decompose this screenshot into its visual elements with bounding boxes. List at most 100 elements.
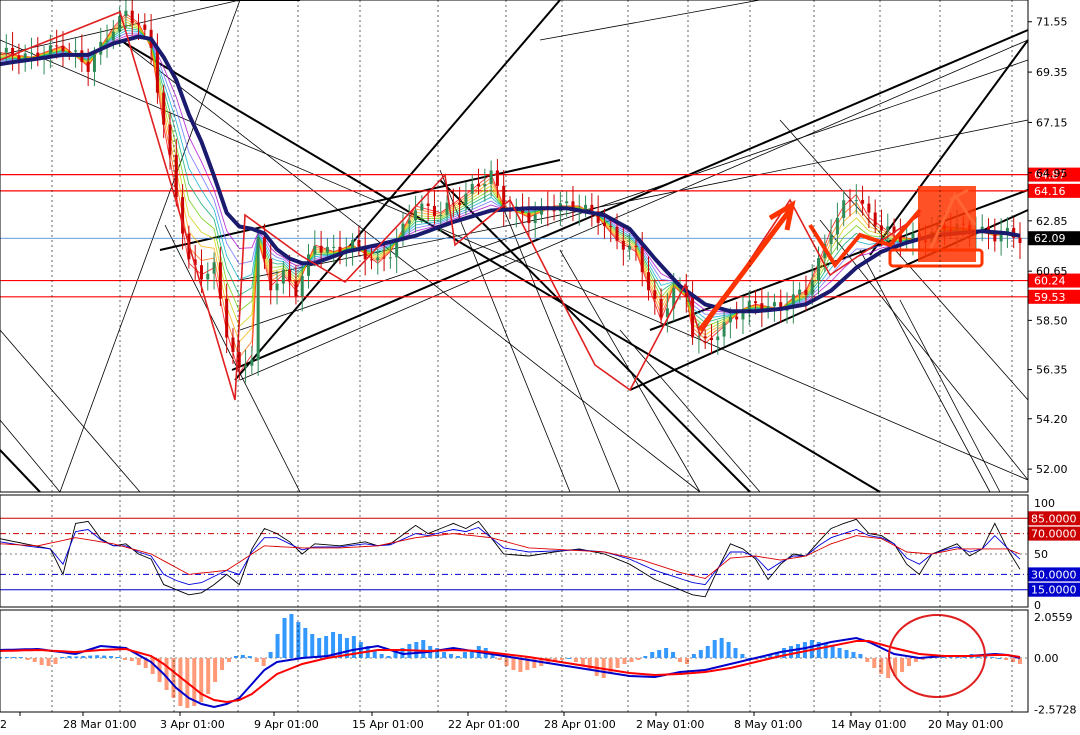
candle-body [92,54,96,72]
macd-panel[interactable] [0,614,1028,709]
macd-histogram-bar [691,654,696,658]
rsi-level-label: 70.0000 [1031,528,1077,541]
candle-body [842,200,846,218]
price-tick-label: 58.50 [1036,314,1068,327]
macd-histogram-bar [740,654,745,658]
macd-histogram-bar [518,658,523,672]
macd-histogram-bar [233,656,238,658]
macd-histogram-bar [566,658,571,659]
macd-histogram-bar [858,654,863,658]
price-panel[interactable] [0,0,1029,493]
candle-body [1018,237,1022,243]
macd-tick-label: -2.5728 [1034,703,1076,716]
candle-body [281,269,285,284]
macd-histogram-bar [664,648,669,658]
candle-body [477,183,481,187]
candle-body [48,45,52,57]
candle-body [143,24,147,30]
candle-body [111,31,115,41]
candle-body [697,336,701,338]
macd-histogram-bar [636,658,641,660]
candle-body [590,204,594,212]
macd-histogram-bar [442,652,447,658]
chart-canvas: 64.8764.1660.2459.5362.0971.5569.3567.15… [0,0,1080,731]
macd-histogram-bar [560,658,565,660]
candle-body [332,246,336,248]
trend-line [239,39,1029,381]
trend-line [119,39,701,493]
candle-body [848,200,852,202]
macd-histogram-bar [136,658,141,665]
macd-tick-label: 2.0559 [1034,611,1073,624]
trend-line-thick [119,39,881,493]
macd-histogram-bar [830,646,835,658]
candle-body [439,214,443,217]
rsi-level-label: 30.0000 [1031,568,1077,581]
candle-body [873,212,877,226]
time-tick-label: 28 Mar 01:00 [63,718,136,731]
candle-body [527,212,531,224]
candle-body [162,92,166,125]
macd-histogram-bar [587,658,592,670]
candle-body [231,337,235,353]
price-tick-label: 62.85 [1036,215,1068,228]
macd-histogram-bar [684,658,689,664]
candle-body [552,210,556,212]
candle-body [659,298,663,318]
candle-body [445,202,449,215]
macd-histogram-bar [851,652,856,658]
candle-body [495,170,499,186]
macd-histogram-bar [226,658,231,662]
macd-histogram-bar [282,618,287,658]
macd-histogram-bar [573,658,578,662]
candle-body [244,365,248,368]
macd-histogram-bar [872,658,877,668]
candle-body [489,170,493,185]
macd-histogram-bar [4,657,9,658]
candle-body [835,217,839,235]
macd-histogram-bar [88,655,93,658]
trend-line [0,329,141,493]
macd-histogram-bar [504,658,509,666]
macd-histogram-bar [643,656,648,658]
candle-body [319,245,323,253]
trend-line-thick [231,29,1029,371]
candle-body [798,289,802,295]
candle-body [382,257,386,259]
candle-body [999,233,1003,242]
candle-body [212,262,216,274]
price-tick-label: 64.95 [1036,167,1068,180]
candle-body [470,183,474,194]
trend-line-thick [0,449,41,493]
macd-histogram-bar [719,638,724,658]
macd-histogram-bar [46,658,51,666]
price-tick-label: 60.65 [1036,265,1068,278]
candle-body [426,203,430,206]
macd-histogram-bar [497,658,502,660]
macd-histogram-bar [511,658,516,670]
time-tick-label: 8 May 01:00 [734,718,802,731]
candle-body [74,50,78,52]
macd-histogram-bar [129,658,134,661]
time-tick-label: 2 May 01:00 [636,718,704,731]
candle-body [300,275,304,297]
macd-histogram-bar [18,657,23,658]
macd-histogram-bar [712,640,717,658]
candle-body [67,51,71,53]
macd-histogram-bar [296,622,301,658]
time-axis: 2 28 Mar 01:00 3 Apr 01:00 9 Apr 01:00 15 Ap… [0,712,1003,731]
trend-line [899,299,1001,493]
macd-histogram-bar [164,658,169,690]
price-tick-label: 69.35 [1036,66,1068,79]
candle-body [407,220,411,224]
time-tick-label: 9 Apr 01:00 [254,718,319,731]
candle-body [105,40,109,42]
candle-body [4,47,8,53]
macd-histogram-bar [53,658,58,664]
candle-body [817,258,821,281]
candle-body [29,52,33,54]
ribbon-ma [0,18,1021,343]
macd-histogram-bar [213,658,218,682]
trend-line [59,0,241,493]
rsi-panel[interactable] [0,517,1028,598]
